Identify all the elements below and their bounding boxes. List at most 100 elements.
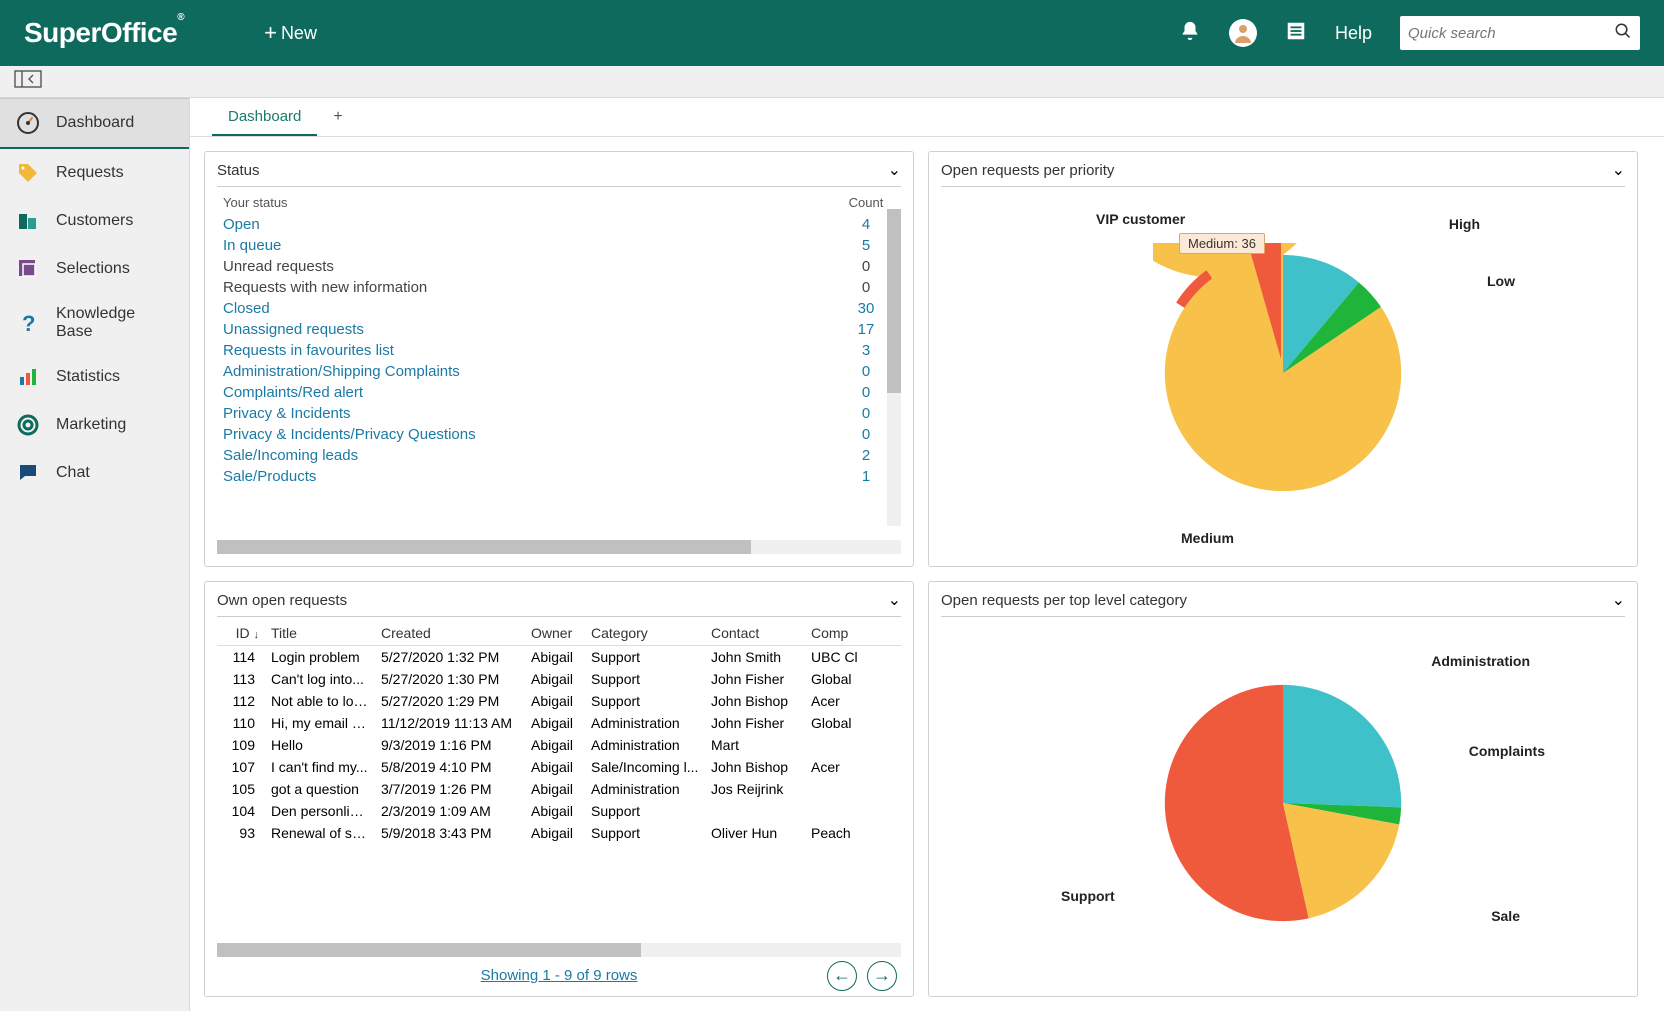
chevron-down-icon[interactable]: ⌄	[888, 160, 901, 180]
sidebar-item-label: Dashboard	[56, 114, 134, 132]
sidebar-item-requests[interactable]: Requests	[0, 149, 189, 197]
status-row-label[interactable]: Administration/Shipping Complaints	[217, 361, 831, 382]
status-row-label[interactable]: Closed	[217, 298, 831, 319]
table-row[interactable]: 112Not able to log...5/27/2020 1:29 PMAb…	[217, 690, 901, 712]
sidebar-item-label: Marketing	[56, 416, 126, 434]
status-row-label[interactable]: Sale/Products	[217, 466, 831, 487]
col-header[interactable]: Title	[265, 621, 375, 646]
help-link[interactable]: Help	[1335, 23, 1372, 44]
col-header[interactable]: ID ↓	[217, 621, 265, 646]
table-row[interactable]: 105got a question3/7/2019 1:26 PMAbigail…	[217, 778, 901, 800]
table-row[interactable]: 109Hello9/3/2019 1:16 PMAbigailAdministr…	[217, 734, 901, 756]
gauge-icon	[16, 111, 40, 135]
table-row[interactable]: 93Renewal of serv...5/9/2018 3:43 PMAbig…	[217, 822, 901, 844]
panel-status: Status ⌄ Your status Count Open4In queue…	[204, 151, 914, 567]
tab-dashboard[interactable]: Dashboard	[212, 98, 317, 136]
status-col-header: Your status	[217, 191, 831, 214]
status-row-label[interactable]: Open	[217, 214, 831, 235]
status-row-label[interactable]: Sale/Incoming leads	[217, 445, 831, 466]
pie-label: Administration	[1431, 653, 1530, 669]
pie-label: Support	[1061, 888, 1115, 904]
status-row-label[interactable]: In queue	[217, 235, 831, 256]
chevron-down-icon[interactable]: ⌄	[1612, 160, 1625, 180]
next-page-button[interactable]: →	[867, 961, 897, 991]
col-header[interactable]: Created	[375, 621, 525, 646]
category-pie-chart: Administration Complaints Sale Support	[941, 621, 1625, 984]
status-row-label[interactable]: Complaints/Red alert	[217, 382, 831, 403]
vertical-scrollbar[interactable]	[887, 209, 901, 526]
collapse-sidebar-button[interactable]	[0, 66, 1664, 98]
status-row-label[interactable]: Privacy & Incidents	[217, 403, 831, 424]
pie-label: VIP customer	[1096, 211, 1185, 227]
tag-icon	[16, 161, 40, 185]
sidebar: Dashboard Requests Customers Selections …	[0, 98, 190, 1011]
question-icon: ?	[16, 311, 40, 335]
pie-label: Complaints	[1469, 743, 1545, 759]
chart-tooltip: Medium: 36	[1179, 233, 1265, 254]
table-row[interactable]: 113Can't log into...5/27/2020 1:30 PMAbi…	[217, 668, 901, 690]
brand-logo: SuperOffice®	[24, 17, 184, 49]
pie-label: High	[1449, 216, 1480, 232]
sidebar-item-selections[interactable]: Selections	[0, 245, 189, 293]
requests-table: ID ↓TitleCreatedOwnerCategoryContactComp…	[217, 621, 901, 844]
sidebar-item-label: Chat	[56, 464, 90, 482]
target-icon	[16, 413, 40, 437]
sidebar-item-knowledge-base[interactable]: ? Knowledge Base	[0, 293, 189, 353]
search-input[interactable]	[1408, 25, 1614, 42]
status-table: Your status Count Open4In queue5Unread r…	[217, 191, 901, 487]
panel-title: Status	[217, 162, 260, 179]
building-icon	[16, 209, 40, 233]
table-row[interactable]: 110Hi, my email li...11/12/2019 11:13 AM…	[217, 712, 901, 734]
panel-title: Open requests per priority	[941, 162, 1114, 179]
pie-label: Low	[1487, 273, 1515, 289]
status-row-label[interactable]: Requests in favourites list	[217, 340, 831, 361]
sidebar-item-dashboard[interactable]: Dashboard	[0, 98, 189, 149]
sidebar-item-label: Requests	[56, 164, 124, 182]
selection-icon	[16, 257, 40, 281]
sidebar-item-chat[interactable]: Chat	[0, 449, 189, 497]
bell-icon[interactable]	[1179, 20, 1201, 47]
search-icon[interactable]	[1614, 22, 1632, 45]
sidebar-item-marketing[interactable]: Marketing	[0, 401, 189, 449]
add-tab-button[interactable]: +	[317, 98, 358, 136]
plus-icon: +	[264, 20, 277, 46]
table-row[interactable]: 107I can't find my...5/8/2019 4:10 PMAbi…	[217, 756, 901, 778]
sidebar-item-customers[interactable]: Customers	[0, 197, 189, 245]
svg-text:?: ?	[22, 311, 35, 335]
sidebar-item-label: Knowledge Base	[56, 305, 169, 341]
chevron-down-icon[interactable]: ⌄	[888, 590, 901, 610]
chat-icon	[16, 461, 40, 485]
horizontal-scrollbar[interactable]	[217, 943, 901, 957]
top-bar: SuperOffice® + New Help	[0, 0, 1664, 66]
tab-bar: Dashboard +	[190, 98, 1664, 137]
status-row-label[interactable]: Privacy & Incidents/Privacy Questions	[217, 424, 831, 445]
prev-page-button[interactable]: ←	[827, 961, 857, 991]
chevron-down-icon[interactable]: ⌄	[1612, 590, 1625, 610]
col-header[interactable]: Comp	[805, 621, 901, 646]
col-header[interactable]: Contact	[705, 621, 805, 646]
priority-pie-chart: Medium: 36 VIP customer High Low Medium	[941, 191, 1625, 554]
horizontal-scrollbar[interactable]	[217, 540, 901, 554]
avatar[interactable]	[1229, 19, 1257, 47]
panel-priority: Open requests per priority ⌄	[928, 151, 1638, 567]
status-row-label: Requests with new information	[217, 277, 831, 298]
new-button[interactable]: + New	[264, 20, 317, 46]
sidebar-item-label: Customers	[56, 212, 133, 230]
panel-title: Open requests per top level category	[941, 592, 1187, 609]
status-row-label: Unread requests	[217, 256, 831, 277]
sidebar-item-statistics[interactable]: Statistics	[0, 353, 189, 401]
sidebar-item-label: Statistics	[56, 368, 120, 386]
quick-search[interactable]	[1400, 16, 1640, 50]
panel-title: Own open requests	[217, 592, 347, 609]
pie-label: Sale	[1491, 908, 1520, 924]
col-header[interactable]: Category	[585, 621, 705, 646]
rows-showing-link[interactable]: Showing 1 - 9 of 9 rows	[481, 967, 638, 984]
col-header[interactable]: Owner	[525, 621, 585, 646]
bar-chart-icon	[16, 365, 40, 389]
table-row[interactable]: 114Login problem5/27/2020 1:32 PMAbigail…	[217, 646, 901, 669]
status-row-label[interactable]: Unassigned requests	[217, 319, 831, 340]
pie-label: Medium	[1181, 530, 1234, 546]
table-row[interactable]: 104Den personlige...2/3/2019 1:09 AMAbig…	[217, 800, 901, 822]
sidebar-item-label: Selections	[56, 260, 130, 278]
menu-icon[interactable]	[1285, 20, 1307, 47]
